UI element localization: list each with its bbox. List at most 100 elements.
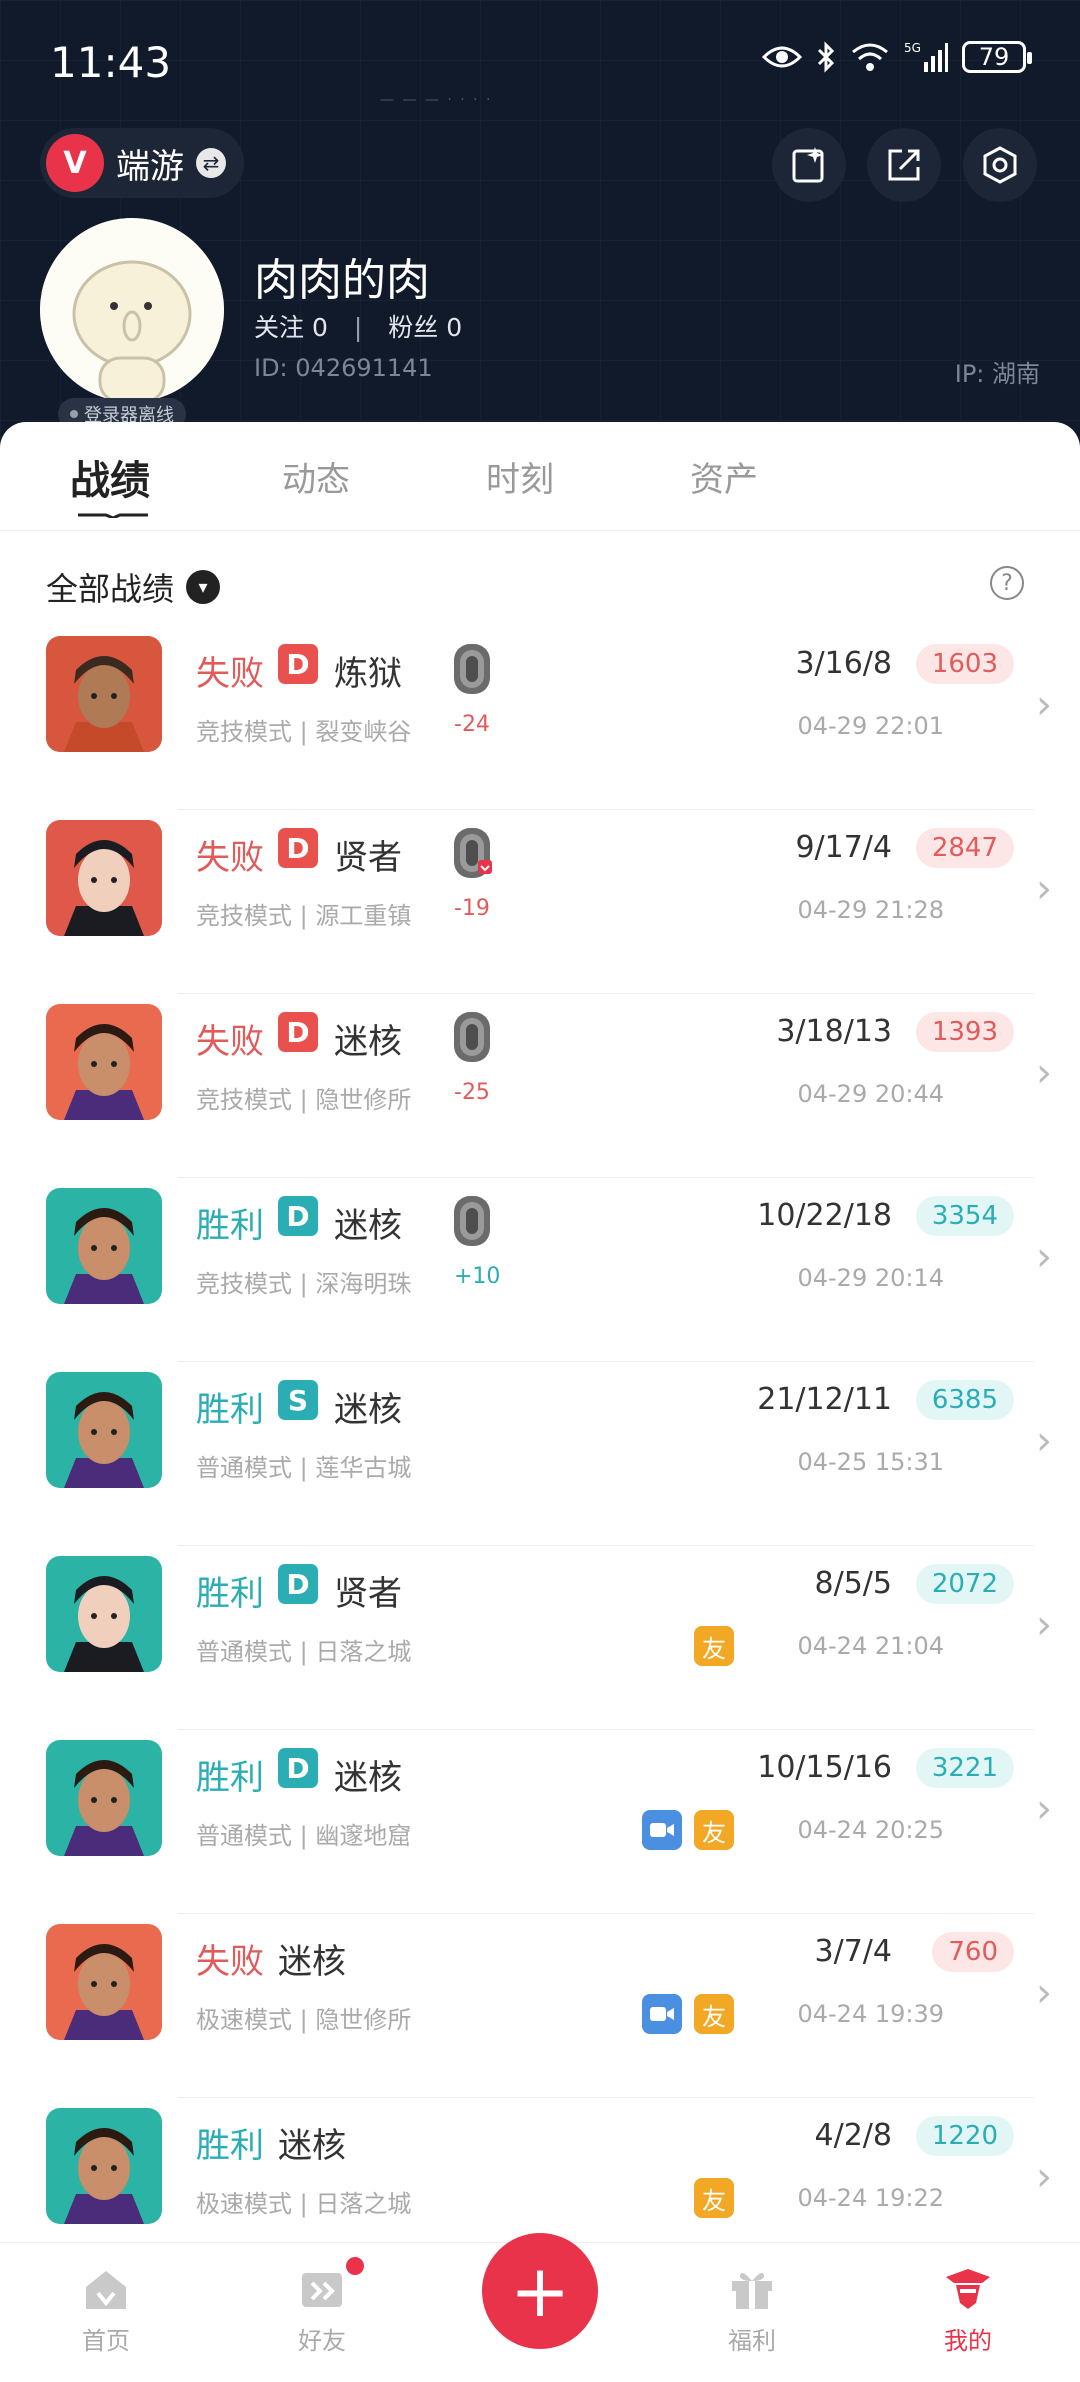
match-row[interactable]: 失败 迷核 极速模式 | 隐世修所 3/7/4 760 04-24 19:39 友 › bbox=[0, 1914, 1080, 2098]
kda: 8/5/5 bbox=[814, 1566, 892, 1601]
combat-score: 1603 bbox=[915, 644, 1014, 684]
agent-portrait bbox=[46, 1740, 162, 1856]
match-badges: 友 bbox=[642, 1810, 734, 1850]
agent-name: 迷核 bbox=[334, 1022, 402, 1062]
nav-friends[interactable]: 好友 bbox=[262, 2257, 382, 2356]
agent-portrait bbox=[46, 820, 162, 936]
combat-score: 6385 bbox=[915, 1380, 1014, 1420]
ip-location: IP: 湖南 bbox=[954, 360, 1040, 388]
share-button[interactable] bbox=[867, 128, 941, 202]
avatar[interactable] bbox=[40, 218, 224, 402]
tab-feed[interactable]: 动态 bbox=[282, 452, 350, 501]
match-row[interactable]: 失败 D 炼狱 竞技模式 | 裂变峡谷 -24 3/16/8 1603 04-29 22:01… bbox=[0, 626, 1080, 810]
nav-home-label: 首页 bbox=[82, 2327, 130, 2355]
nav-benefits-label: 福利 bbox=[728, 2327, 776, 2355]
app-switcher[interactable]: V 端游 ⇄ bbox=[40, 128, 244, 198]
create-post-button[interactable]: + bbox=[482, 2233, 598, 2349]
chevron-right-icon: › bbox=[1036, 682, 1052, 728]
match-mode-map: 竞技模式 | 裂变峡谷 bbox=[196, 718, 412, 746]
nav-me[interactable]: 我的 bbox=[908, 2263, 1028, 2356]
battery-indicator: 79 bbox=[962, 41, 1032, 73]
match-row[interactable]: 胜利 D 迷核 竞技模式 | 深海明珠 +10 10/22/18 3354 04-29 20:… bbox=[0, 1178, 1080, 1362]
match-row[interactable]: 胜利 D 贤者 普通模式 | 日落之城 8/5/5 2072 04-24 21:04 友 › bbox=[0, 1546, 1080, 1730]
home-icon bbox=[86, 2271, 126, 2309]
rank-rating-change: -25 bbox=[454, 1080, 490, 1105]
nav-friends-label: 好友 bbox=[298, 2327, 346, 2355]
notification-dot bbox=[346, 2257, 364, 2275]
followers-label: 粉丝 bbox=[388, 313, 439, 342]
match-mode-map: 极速模式 | 日落之城 bbox=[196, 2190, 412, 2218]
tab-moments[interactable]: 时刻 bbox=[486, 452, 554, 501]
chevron-right-icon: › bbox=[1036, 1970, 1052, 2016]
rank-rating-change: +10 bbox=[454, 1264, 501, 1289]
match-result: 失败 bbox=[196, 1022, 264, 1062]
rating-badge: D bbox=[278, 644, 318, 684]
profile-agent-icon bbox=[946, 2269, 990, 2309]
nav-home[interactable]: 首页 bbox=[46, 2263, 166, 2356]
profile-nickname: 肉肉的肉 bbox=[254, 255, 430, 306]
match-mode-map: 普通模式 | 幽邃地窟 bbox=[196, 1822, 412, 1850]
app-name: 端游 bbox=[116, 146, 184, 187]
sparkle-card-button[interactable] bbox=[772, 128, 846, 202]
records-filter-dropdown[interactable]: 全部战绩 ▾ bbox=[46, 564, 221, 610]
nav-benefits[interactable]: 福利 bbox=[692, 2263, 812, 2356]
profile-header: — — — · · · · 11:43 5G 79 V 端游 ⇄ 登录器离线 肉… bbox=[0, 0, 1080, 470]
match-result: 失败 bbox=[196, 654, 264, 694]
kda: 21/12/11 bbox=[757, 1382, 892, 1417]
nav-me-label: 我的 bbox=[944, 2327, 992, 2355]
rank-rating-change: -19 bbox=[454, 896, 490, 921]
match-row[interactable]: 失败 D 迷核 竞技模式 | 隐世修所 -25 3/18/13 1393 04-29 20:4… bbox=[0, 994, 1080, 1178]
friends-icon bbox=[302, 2273, 342, 2307]
match-mode-map: 竞技模式 | 隐世修所 bbox=[196, 1086, 412, 1114]
combat-score: 1220 bbox=[915, 2116, 1014, 2156]
match-result: 胜利 bbox=[196, 1206, 264, 1246]
tab-assets[interactable]: 资产 bbox=[690, 452, 758, 501]
combat-score: 2847 bbox=[915, 828, 1014, 868]
combat-score: 2072 bbox=[915, 1564, 1014, 1604]
agent-portrait bbox=[46, 1188, 162, 1304]
kda: 10/22/18 bbox=[757, 1198, 892, 1233]
agent-name: 迷核 bbox=[278, 2126, 346, 2166]
status-icons: 5G 79 bbox=[762, 40, 1032, 74]
agent-name: 迷核 bbox=[334, 1206, 402, 1246]
bottom-nav: 首页 好友 + 福利 我的 bbox=[0, 2233, 1080, 2382]
combat-score: 760 bbox=[932, 1932, 1014, 1972]
friend-badge: 友 bbox=[694, 1810, 734, 1850]
video-icon bbox=[642, 1994, 682, 2034]
active-tab-indicator bbox=[78, 513, 148, 518]
followers-link[interactable]: 粉丝 0 bbox=[388, 313, 462, 342]
hexagon-settings-icon bbox=[983, 146, 1017, 184]
match-row[interactable]: 胜利 D 迷核 普通模式 | 幽邃地窟 10/15/16 3221 04-24 20:25 友… bbox=[0, 1730, 1080, 1914]
combat-score: 3354 bbox=[915, 1196, 1014, 1236]
agent-name: 迷核 bbox=[334, 1758, 402, 1798]
plus-icon: + bbox=[509, 2249, 571, 2333]
following-label: 关注 bbox=[254, 313, 305, 342]
help-icon[interactable]: ? bbox=[990, 566, 1024, 600]
match-row[interactable]: 失败 D 贤者 竞技模式 | 源工重镇 -19 9/17/4 2847 04-29 21:28… bbox=[0, 810, 1080, 994]
following-link[interactable]: 关注 0 bbox=[254, 313, 328, 342]
rank-rating-change: -24 bbox=[454, 712, 490, 737]
signal-icon: 5G bbox=[904, 41, 948, 72]
match-result: 失败 bbox=[196, 1942, 264, 1982]
agent-portrait bbox=[46, 1004, 162, 1120]
share-icon bbox=[888, 149, 920, 181]
agent-portrait bbox=[46, 2108, 162, 2224]
match-result: 胜利 bbox=[196, 1574, 264, 1614]
combat-score: 3221 bbox=[915, 1748, 1014, 1788]
chevron-right-icon: › bbox=[1036, 1602, 1052, 1648]
agent-name: 迷核 bbox=[334, 1390, 402, 1430]
tab-records[interactable]: 战绩 bbox=[70, 448, 150, 506]
match-time: 04-25 15:31 bbox=[797, 1448, 944, 1476]
kda: 4/2/8 bbox=[814, 2118, 892, 2153]
bluetooth-icon bbox=[817, 41, 835, 73]
agent-name: 炼狱 bbox=[334, 654, 402, 694]
rating-badge: D bbox=[278, 828, 318, 868]
kda: 3/7/4 bbox=[814, 1934, 892, 1969]
match-time: 04-24 19:22 bbox=[797, 2184, 944, 2212]
agent-portrait bbox=[46, 1556, 162, 1672]
match-time: 04-29 22:01 bbox=[797, 712, 944, 740]
agent-portrait bbox=[46, 1924, 162, 2040]
match-row[interactable]: 胜利 S 迷核 普通模式 | 莲华古城 21/12/11 6385 04-25 15:31 › bbox=[0, 1362, 1080, 1546]
rating-badge: D bbox=[278, 1012, 318, 1052]
settings-button[interactable] bbox=[963, 128, 1037, 202]
